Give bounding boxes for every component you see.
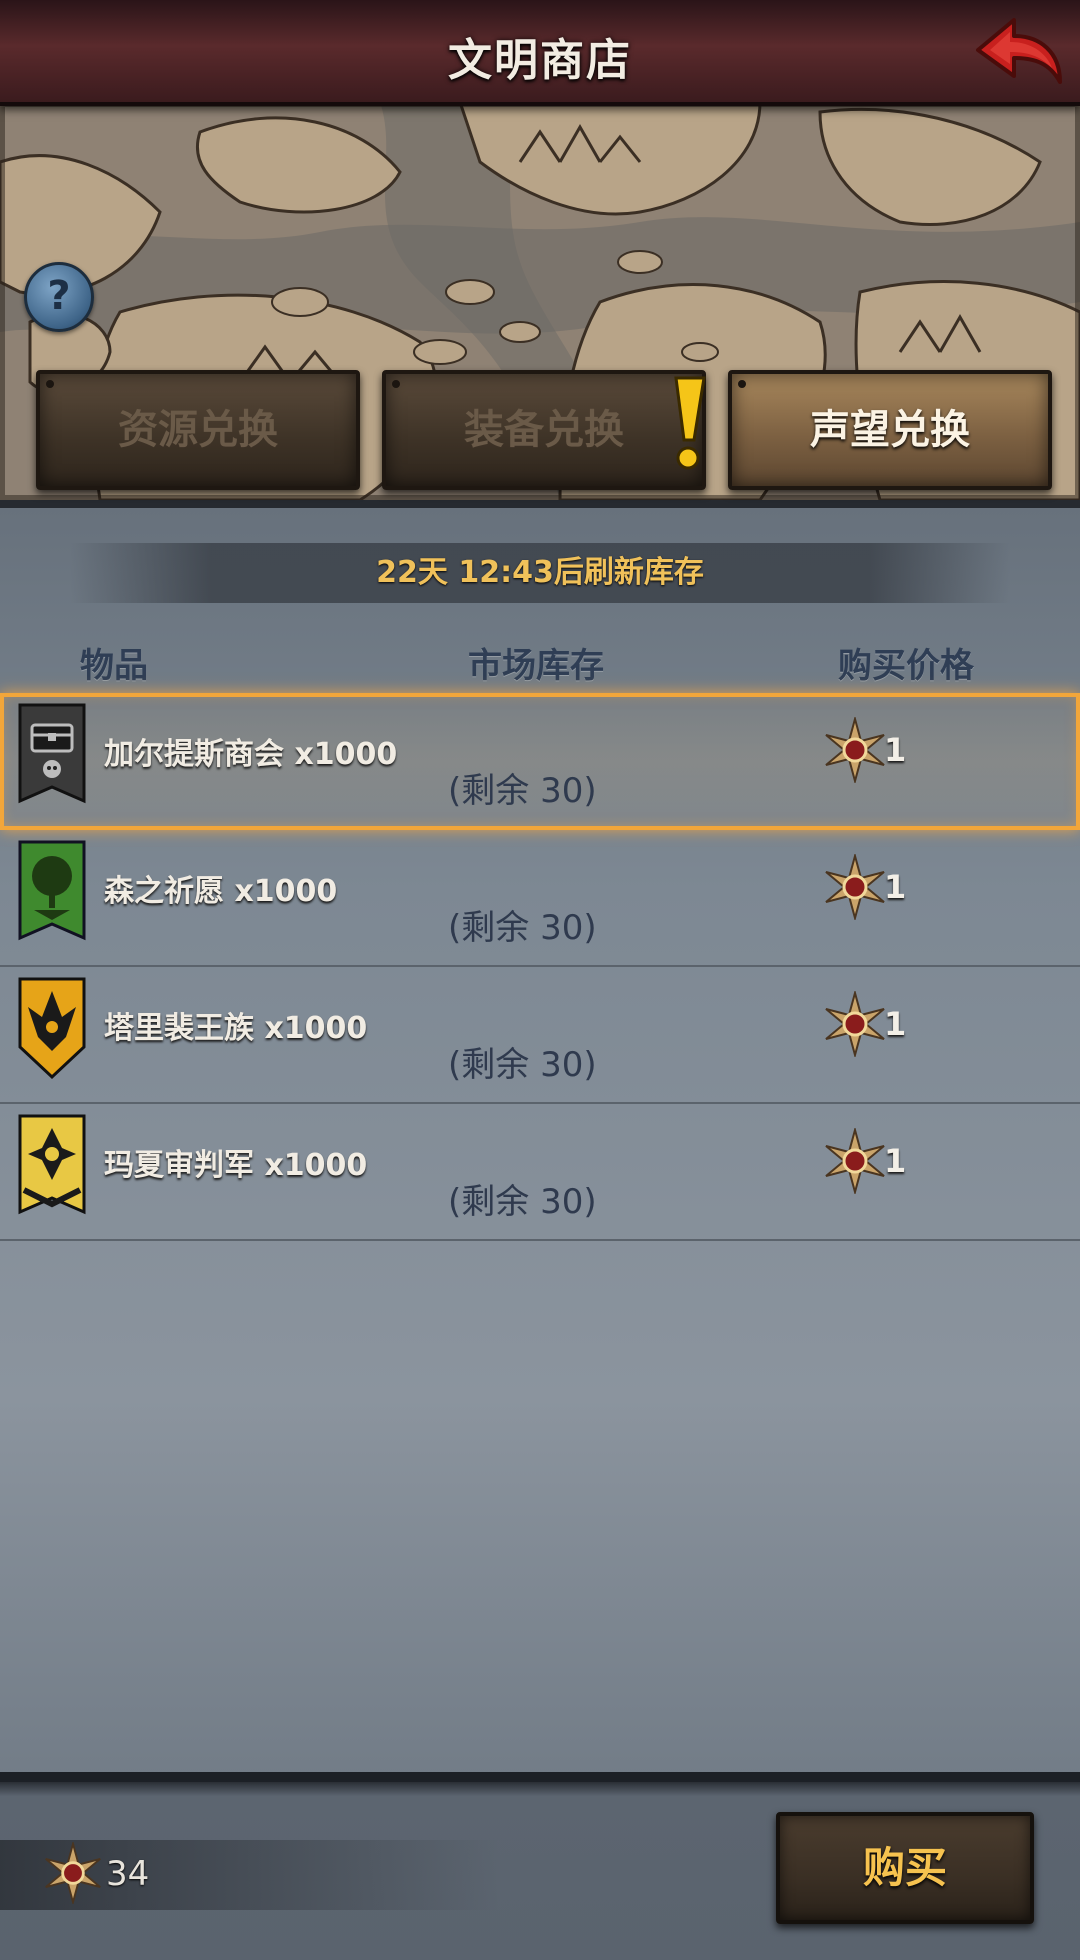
chest-banner-icon <box>18 703 86 804</box>
tab-label: 资源兑换 <box>118 407 278 453</box>
item-price: 1 <box>884 868 907 906</box>
reputation-star-icon <box>825 991 885 1057</box>
page-title: 文明商店 <box>448 35 632 86</box>
tab-bolt <box>46 380 54 388</box>
help-button[interactable]: ? <box>24 262 94 332</box>
currency-balance: 34 <box>106 1854 150 1894</box>
tab-resource-exchange[interactable]: 资源兑换 <box>36 370 360 490</box>
item-name: 加尔提斯商会 x1000 <box>104 737 398 772</box>
tab-equipment-exchange[interactable]: 装备兑换 <box>382 370 706 490</box>
tab-label: 声望兑换 <box>810 407 970 453</box>
shop-item-row[interactable]: 塔里裴王族 x1000 (剩余 30) 1 <box>0 967 1080 1104</box>
item-stock: (剩余 30) <box>448 1045 597 1085</box>
item-name: 塔里裴王族 x1000 <box>104 1011 368 1046</box>
item-name: 森之祈愿 x1000 <box>104 874 338 909</box>
shop-panel: 22天 12:43后刷新库存 物品 市场库存 购买价格 加尔提斯商会 x1000… <box>0 500 1080 1780</box>
column-header-stock: 市场库存 <box>468 646 604 686</box>
cross-banner-icon <box>18 1114 86 1215</box>
column-header-item: 物品 <box>80 646 148 686</box>
item-stock: (剩余 30) <box>448 1182 597 1222</box>
header-bar: 文明商店 <box>0 0 1080 106</box>
item-stock: (剩余 30) <box>448 908 597 948</box>
shop-item-row[interactable]: 加尔提斯商会 x1000 (剩余 30) 1 <box>0 693 1080 830</box>
tab-reputation-exchange[interactable]: 声望兑换 <box>728 370 1052 490</box>
tab-bolt <box>738 380 746 388</box>
item-stock: (剩余 30) <box>448 771 597 811</box>
back-button[interactable] <box>970 12 1066 92</box>
dragon-banner-icon <box>18 977 86 1080</box>
item-price: 1 <box>884 1005 907 1043</box>
reputation-star-icon <box>825 854 885 920</box>
item-price: 1 <box>884 1142 907 1180</box>
alert-exclamation-icon <box>674 376 706 470</box>
tab-bolt <box>392 380 400 388</box>
column-header-price: 购买价格 <box>838 646 974 686</box>
tree-banner-icon <box>18 840 86 941</box>
reputation-star-icon <box>825 717 885 783</box>
item-price: 1 <box>884 731 907 769</box>
reputation-star-icon <box>45 1842 101 1904</box>
buy-button[interactable]: 购买 <box>776 1812 1034 1924</box>
shop-item-row[interactable]: 玛夏审判军 x1000 (剩余 30) 1 <box>0 1104 1080 1241</box>
item-list: 加尔提斯商会 x1000 (剩余 30) 1 森之祈愿 x1000 (剩余 30… <box>0 693 1080 1241</box>
reputation-star-icon <box>825 1128 885 1194</box>
item-name: 玛夏审判军 x1000 <box>104 1148 368 1183</box>
back-arrow-icon <box>976 18 1062 84</box>
refresh-timer: 22天 12:43后刷新库存 <box>70 543 1010 603</box>
tab-label: 装备兑换 <box>464 407 624 453</box>
shop-item-row[interactable]: 森之祈愿 x1000 (剩余 30) 1 <box>0 830 1080 967</box>
footer-bar: 34 购买 <box>0 1772 1080 1960</box>
